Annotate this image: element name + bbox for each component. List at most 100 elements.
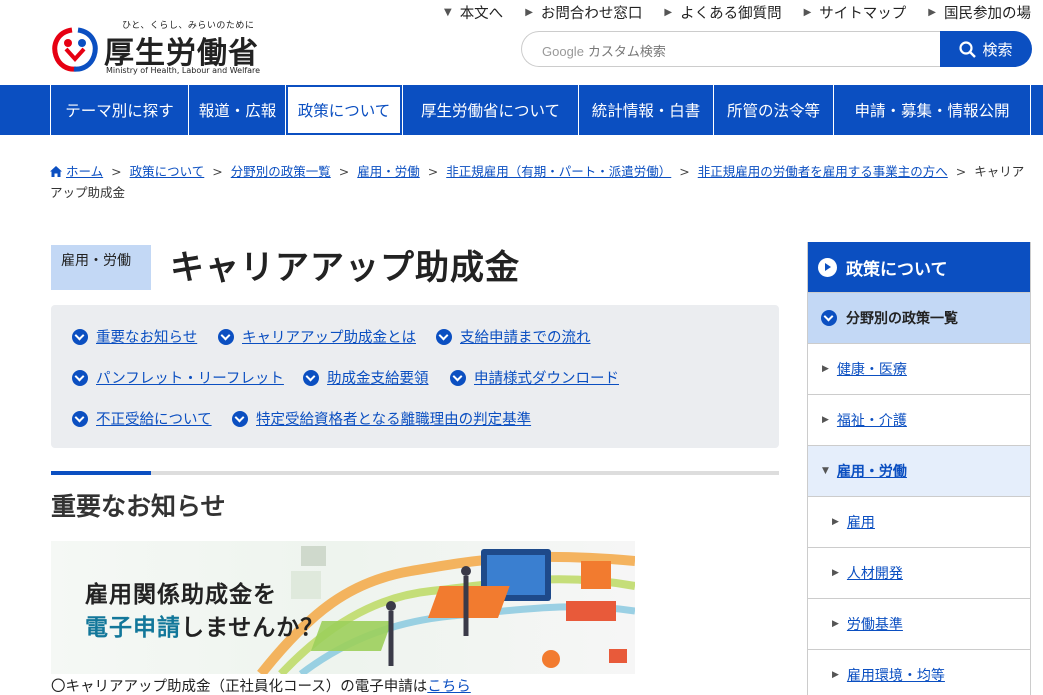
anchor-link-label: 申請様式ダウンロード [474, 371, 619, 387]
side-nav-item-label: 雇用 [846, 515, 875, 531]
banner-line2: 電子申請しませんか？ [85, 608, 324, 642]
side-nav: 政策について 分野別の政策一覧 ▶ 健康・医療 ▶ 福祉・介護 ▼ 雇用・労働 ▶ 雇用… [807, 242, 1031, 695]
global-nav: テーマ別に探す 報道・広報 政策について 厚生労働省について 統計情報・白書 所… [0, 84, 1043, 136]
side-nav-category-label: 分野別の政策一覧 [846, 311, 958, 327]
site-header: ひと、くらし、みらいのために 厚生労働省 Ministry of Health,… [0, 0, 1043, 85]
gnav-item-label: 申請・募集・情報公開 [854, 102, 1010, 120]
search-icon [959, 40, 977, 58]
breadcrumb-separator: > [955, 164, 967, 179]
e-application-text: 〇キャリアアップ助成金（正社員化コース）の電子申請は [51, 679, 428, 695]
site-logo[interactable]: ひと、くらし、みらいのために 厚生労働省 Ministry of Health,… [50, 18, 260, 78]
breadcrumb: ホーム > 政策について > 分野別の政策一覧 > 雇用・労働 > 非正規雇用（有期・パート・派… [50, 161, 1030, 203]
anchor-link-forms[interactable]: 申請様式ダウンロード [450, 367, 619, 388]
chevron-right-icon: ▶ [664, 7, 673, 18]
gnav-item-about[interactable]: 厚生労働省について [402, 85, 578, 135]
side-nav-heading-label: 政策について [846, 259, 948, 280]
utility-link-label: お問合わせ窓口 [540, 6, 643, 22]
breadcrumb-link-employers[interactable]: 非正規雇用の労働者を雇用する事業主の方へ [698, 164, 948, 179]
search-button-label: 検索 [982, 40, 1013, 59]
chevron-right-icon: ▶ [822, 364, 829, 374]
breadcrumb-link-policy-list[interactable]: 分野別の政策一覧 [231, 164, 331, 179]
chevron-right-icon: ▶ [928, 7, 936, 18]
utility-link-label: サイトマップ [819, 6, 907, 22]
utility-link-faq[interactable]: ▶ よくある御質問 [664, 2, 781, 23]
side-nav-item-welfare[interactable]: ▶ 福祉・介護 [808, 394, 1030, 445]
anchor-link-criteria[interactable]: 特定受給資格者となる離職理由の判定基準 [232, 408, 531, 429]
chevron-right-icon: ▶ [525, 7, 533, 18]
breadcrumb-link-nonregular[interactable]: 非正規雇用（有期・パート・派遣労働） [446, 164, 671, 179]
anchor-link-about[interactable]: キャリアアップ助成金とは [218, 326, 416, 347]
chevron-right-icon: ▶ [803, 7, 812, 18]
gnav-item-applications[interactable]: 申請・募集・情報公開 [833, 85, 1031, 135]
chevron-down-circle-icon [450, 369, 466, 386]
anchor-link-fraud[interactable]: 不正受給について [72, 408, 212, 429]
breadcrumb-separator: > [427, 164, 439, 179]
chevron-down-circle-icon [72, 410, 88, 427]
side-nav-item-employment[interactable]: ▼ 雇用・労働 [808, 445, 1030, 496]
anchor-link-pamphlets[interactable]: パンフレット・リーフレット [72, 367, 284, 388]
anchor-link-flow[interactable]: 支給申請までの流れ [436, 326, 591, 347]
gnav-item-statistics[interactable]: 統計情報・白書 [578, 85, 713, 135]
section-divider [51, 471, 779, 475]
search-input[interactable] [521, 31, 961, 67]
chevron-right-icon: ▶ [822, 415, 829, 425]
e-application-banner[interactable]: 雇用関係助成金を 電子申請しませんか？ [51, 541, 635, 674]
chevron-right-icon: ▶ [832, 619, 839, 629]
section-title: 重要なお知らせ [51, 492, 226, 521]
side-nav-item-labor-standards[interactable]: ▶ 労働基準 [808, 598, 1030, 649]
utility-link-participation[interactable]: ▶ 国民参加の場 [928, 2, 1031, 23]
utility-links: ▼ 本文へ ▶ お問合わせ窓口 ▶ よくある御質問 ▶ サイトマップ ▶ 国民参… [422, 2, 1031, 23]
breadcrumb-separator: > [338, 164, 350, 179]
side-nav-item-health[interactable]: ▶ 健康・医療 [808, 343, 1030, 394]
gnav-item-policy[interactable]: 政策について [285, 84, 403, 136]
chevron-right-icon: ▶ [832, 670, 839, 680]
banner-line2-highlight: 電子申請 [85, 615, 181, 641]
side-nav-item-label: 人材開発 [846, 566, 903, 582]
side-nav-item-hr-development[interactable]: ▶ 人材開発 [808, 547, 1030, 598]
utility-link-label: よくある御質問 [680, 6, 782, 22]
gnav-item-label: 厚生労働省について [420, 102, 561, 120]
page-title: キャリアアップ助成金 [170, 248, 520, 288]
side-nav-item-koyou[interactable]: ▶ 雇用 [808, 496, 1030, 547]
logo-english-name: Ministry of Health, Labour and Welfare [106, 66, 261, 75]
gnav-item-label: 政策について [297, 102, 391, 120]
chevron-down-circle-icon [303, 369, 319, 386]
anchor-link-important-notice[interactable]: 重要なお知らせ [72, 326, 197, 347]
anchor-link-label: 不正受給について [96, 412, 212, 428]
category-badge: 雇用・労働 [51, 245, 151, 290]
chevron-down-circle-icon [218, 328, 234, 345]
caret-down-icon: ▼ [822, 466, 829, 476]
home-icon [50, 166, 62, 177]
side-nav-item-equality[interactable]: ▶ 雇用環境・均等 [808, 649, 1030, 695]
banner-line2-rest: しませんか？ [181, 615, 325, 641]
breadcrumb-link-policy[interactable]: 政策について [130, 164, 205, 179]
chevron-down-circle-icon [72, 369, 88, 386]
breadcrumb-separator: > [111, 164, 122, 179]
gnav-item-press[interactable]: 報道・広報 [188, 85, 286, 135]
chevron-down-circle-icon [436, 328, 452, 345]
breadcrumb-link-home[interactable]: ホーム [66, 164, 103, 179]
chevron-down-circle-icon [72, 328, 88, 345]
anchor-links-box: 重要なお知らせ キャリアアップ助成金とは 支給申請までの流れ パンフレット・リー… [51, 305, 779, 448]
side-nav-heading[interactable]: 政策について [808, 242, 1030, 292]
side-nav-category[interactable]: 分野別の政策一覧 [808, 292, 1030, 343]
utility-link-main-content[interactable]: ▼ 本文へ [444, 2, 503, 23]
e-application-link[interactable]: こちら [427, 679, 471, 695]
breadcrumb-link-employment[interactable]: 雇用・労働 [357, 164, 420, 179]
side-nav-item-label: 雇用・労働 [836, 464, 907, 480]
breadcrumb-separator: > [679, 164, 690, 179]
caret-down-icon: ▼ [443, 7, 452, 18]
chevron-down-circle-icon [232, 410, 248, 427]
gnav-item-label: 所管の法令等 [726, 102, 820, 120]
side-nav-item-label: 雇用環境・均等 [846, 668, 945, 684]
anchor-link-label: 特定受給資格者となる離職理由の判定基準 [256, 412, 532, 428]
mhlw-logo-icon [52, 27, 98, 72]
gnav-item-laws[interactable]: 所管の法令等 [713, 85, 833, 135]
anchor-link-label: パンフレット・リーフレット [96, 371, 284, 387]
utility-link-contact[interactable]: ▶ お問合わせ窓口 [525, 2, 642, 23]
gnav-item-themes[interactable]: テーマ別に探す [50, 85, 188, 135]
utility-link-sitemap[interactable]: ▶ サイトマップ [804, 2, 907, 23]
site-search: Google カスタム検索 検索 [521, 31, 1032, 67]
anchor-link-guidelines[interactable]: 助成金支給要領 [303, 367, 429, 388]
search-button[interactable]: 検索 [940, 31, 1032, 67]
